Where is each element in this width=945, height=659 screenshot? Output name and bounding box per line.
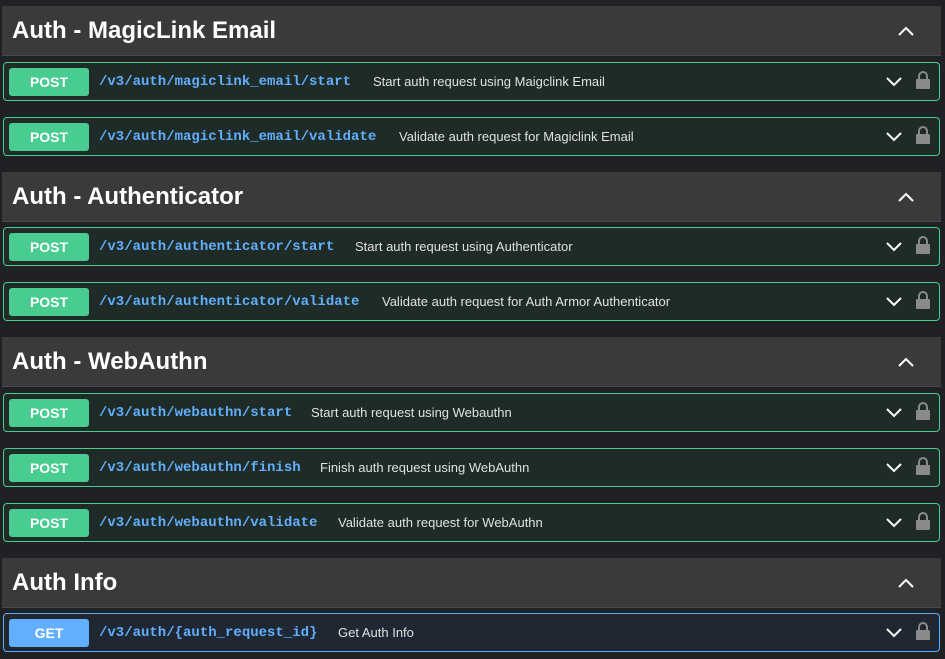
section-title: Auth Info (12, 569, 118, 596)
operation-magiclink-start[interactable]: POST /v3/auth/magiclink_email/start Star… (3, 62, 940, 101)
lock-icon[interactable] (915, 511, 931, 531)
operation-authenticator-validate[interactable]: POST /v3/auth/authenticator/validate Val… (3, 282, 940, 321)
chevron-down-icon[interactable] (885, 460, 903, 476)
lock-icon[interactable] (915, 125, 931, 145)
operation-summary: Start auth request using Authenticator (355, 239, 573, 254)
operation-magiclink-validate[interactable]: POST /v3/auth/magiclink_email/validate V… (3, 117, 940, 156)
operation-summary: Finish auth request using WebAuthn (320, 460, 530, 475)
method-badge: POST (9, 454, 89, 482)
chevron-up-icon[interactable] (897, 574, 915, 592)
lock-icon[interactable] (915, 456, 931, 476)
method-badge: POST (9, 68, 89, 96)
operation-path: /v3/auth/webauthn/start (99, 405, 293, 421)
chevron-down-icon[interactable] (885, 405, 903, 421)
method-badge: POST (9, 399, 89, 427)
operation-path: /v3/auth/webauthn/finish (99, 460, 301, 476)
section-title: Auth - MagicLink Email (12, 17, 277, 44)
chevron-down-icon[interactable] (885, 74, 903, 90)
operation-webauthn-finish[interactable]: POST /v3/auth/webauthn/finish Finish aut… (3, 448, 940, 487)
method-badge: GET (9, 619, 89, 647)
operation-get-auth-info[interactable]: GET /v3/auth/{auth_request_id} Get Auth … (3, 613, 940, 652)
section-header-magiclink-email[interactable]: Auth - MagicLink Email (2, 6, 941, 56)
chevron-up-icon[interactable] (897, 353, 915, 371)
lock-icon[interactable] (915, 235, 931, 255)
operation-webauthn-validate[interactable]: POST /v3/auth/webauthn/validate Validate… (3, 503, 940, 542)
chevron-down-icon[interactable] (885, 625, 903, 641)
chevron-down-icon[interactable] (885, 129, 903, 145)
section-title: Auth - Authenticator (12, 183, 244, 210)
lock-icon[interactable] (915, 621, 931, 641)
chevron-down-icon[interactable] (885, 239, 903, 255)
chevron-down-icon[interactable] (885, 294, 903, 310)
operation-path: /v3/auth/authenticator/start (99, 239, 335, 255)
operation-summary: Validate auth request for Auth Armor Aut… (382, 294, 671, 309)
operation-path: /v3/auth/magiclink_email/validate (99, 129, 377, 145)
section-header-webauthn[interactable]: Auth - WebAuthn (2, 337, 941, 387)
section-header-authenticator[interactable]: Auth - Authenticator (2, 172, 941, 222)
method-badge: POST (9, 233, 89, 261)
lock-icon[interactable] (915, 401, 931, 421)
method-badge: POST (9, 509, 89, 537)
operation-path: /v3/auth/magiclink_email/start (99, 74, 352, 90)
operation-summary: Validate auth request for Magiclink Emai… (399, 129, 634, 144)
operation-summary: Start auth request using Maigclink Email (373, 74, 605, 89)
operation-path: /v3/auth/authenticator/validate (99, 294, 360, 310)
section-header-auth-info[interactable]: Auth Info (2, 558, 941, 608)
lock-icon[interactable] (915, 290, 931, 310)
method-badge: POST (9, 288, 89, 316)
chevron-down-icon[interactable] (885, 515, 903, 531)
operation-authenticator-start[interactable]: POST /v3/auth/authenticator/start Start … (3, 227, 940, 266)
lock-icon[interactable] (915, 70, 931, 90)
operation-summary: Get Auth Info (338, 625, 414, 640)
section-title: Auth - WebAuthn (12, 348, 208, 375)
operation-summary: Validate auth request for WebAuthn (338, 515, 543, 530)
operation-webauthn-start[interactable]: POST /v3/auth/webauthn/start Start auth … (3, 393, 940, 432)
chevron-up-icon[interactable] (897, 188, 915, 206)
operation-summary: Start auth request using Webauthn (311, 405, 512, 420)
method-badge: POST (9, 123, 89, 151)
chevron-up-icon[interactable] (897, 22, 915, 40)
operation-path: /v3/auth/webauthn/validate (99, 515, 318, 531)
operation-path: /v3/auth/{auth_request_id} (99, 625, 318, 641)
swagger-page: Auth - MagicLink Email POST /v3/auth/mag… (0, 0, 945, 659)
